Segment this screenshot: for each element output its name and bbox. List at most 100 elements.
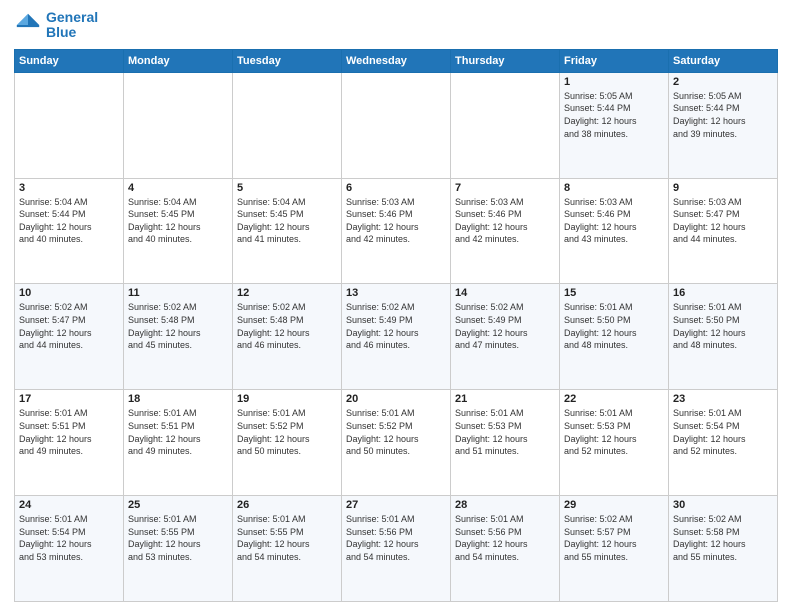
day-info: Sunrise: 5:04 AMSunset: 5:44 PMDaylight:…	[19, 196, 119, 246]
week-row-4: 17 Sunrise: 5:01 AMSunset: 5:51 PMDayligh…	[15, 390, 778, 496]
day-number: 26	[237, 499, 337, 511]
day-number: 15	[564, 287, 664, 299]
day-cell: 11 Sunrise: 5:02 AMSunset: 5:48 PMDayligh…	[124, 284, 233, 390]
day-cell: 28 Sunrise: 5:01 AMSunset: 5:56 PMDayligh…	[451, 496, 560, 602]
col-header-friday: Friday	[560, 49, 669, 72]
day-cell: 14Sunrise: 5:02 AMSunset: 5:49 PMDayligh…	[451, 284, 560, 390]
day-number: 28	[455, 499, 555, 511]
col-header-sunday: Sunday	[15, 49, 124, 72]
col-header-saturday: Saturday	[669, 49, 778, 72]
day-info: Sunrise: 5:05 AMSunset: 5:44 PMDaylight:…	[564, 90, 664, 140]
day-info: Sunrise: 5:01 AMSunset: 5:52 PMDaylight:…	[346, 407, 446, 457]
day-number: 3	[19, 182, 119, 194]
week-row-3: 10 Sunrise: 5:02 AMSunset: 5:47 PMDayligh…	[15, 284, 778, 390]
day-info: Sunrise: 5:01 AMSunset: 5:54 PMDaylight:…	[673, 407, 773, 457]
day-info: Sunrise: 5:02 AMSunset: 5:47 PMDaylight:…	[19, 301, 119, 351]
day-info: Sunrise: 5:01 AMSunset: 5:50 PMDaylight:…	[564, 301, 664, 351]
day-info: Sunrise: 5:01 AMSunset: 5:52 PMDaylight:…	[237, 407, 337, 457]
day-info: Sunrise: 5:01 AMSunset: 5:53 PMDaylight:…	[564, 407, 664, 457]
day-number: 2	[673, 76, 773, 88]
day-number: 16	[673, 287, 773, 299]
day-info: Sunrise: 5:02 AMSunset: 5:48 PMDaylight:…	[128, 301, 228, 351]
day-cell: 19 Sunrise: 5:01 AMSunset: 5:52 PMDayligh…	[233, 390, 342, 496]
day-cell: 18 Sunrise: 5:01 AMSunset: 5:51 PMDayligh…	[124, 390, 233, 496]
day-cell: 23 Sunrise: 5:01 AMSunset: 5:54 PMDayligh…	[669, 390, 778, 496]
day-number: 11	[128, 287, 228, 299]
logo-icon	[14, 11, 42, 39]
day-cell	[451, 72, 560, 178]
day-number: 24	[19, 499, 119, 511]
day-info: Sunrise: 5:03 AMSunset: 5:46 PMDaylight:…	[346, 196, 446, 246]
day-number: 14	[455, 287, 555, 299]
calendar-header-row: SundayMondayTuesdayWednesdayThursdayFrid…	[15, 49, 778, 72]
day-info: Sunrise: 5:04 AMSunset: 5:45 PMDaylight:…	[237, 196, 337, 246]
day-number: 21	[455, 393, 555, 405]
day-number: 5	[237, 182, 337, 194]
day-cell: 6 Sunrise: 5:03 AMSunset: 5:46 PMDaylight…	[342, 178, 451, 284]
day-cell: 3 Sunrise: 5:04 AMSunset: 5:44 PMDaylight…	[15, 178, 124, 284]
day-cell	[342, 72, 451, 178]
day-cell: 27Sunrise: 5:01 AMSunset: 5:56 PMDayligh…	[342, 496, 451, 602]
logo: General Blue	[14, 10, 98, 41]
calendar-table: SundayMondayTuesdayWednesdayThursdayFrid…	[14, 49, 778, 602]
day-info: Sunrise: 5:01 AMSunset: 5:54 PMDaylight:…	[19, 513, 119, 563]
day-number: 29	[564, 499, 664, 511]
week-row-2: 3 Sunrise: 5:04 AMSunset: 5:44 PMDaylight…	[15, 178, 778, 284]
day-info: Sunrise: 5:01 AMSunset: 5:51 PMDaylight:…	[128, 407, 228, 457]
logo-text: General Blue	[46, 10, 98, 41]
logo-blue: Blue	[46, 25, 98, 40]
day-number: 17	[19, 393, 119, 405]
logo-general: General	[46, 9, 98, 25]
day-number: 25	[128, 499, 228, 511]
day-cell: 5 Sunrise: 5:04 AMSunset: 5:45 PMDaylight…	[233, 178, 342, 284]
day-cell: 15 Sunrise: 5:01 AMSunset: 5:50 PMDayligh…	[560, 284, 669, 390]
day-number: 18	[128, 393, 228, 405]
day-info: Sunrise: 5:01 AMSunset: 5:55 PMDaylight:…	[128, 513, 228, 563]
day-cell: 21 Sunrise: 5:01 AMSunset: 5:53 PMDayligh…	[451, 390, 560, 496]
day-cell: 1 Sunrise: 5:05 AMSunset: 5:44 PMDaylight…	[560, 72, 669, 178]
day-info: Sunrise: 5:02 AMSunset: 5:58 PMDaylight:…	[673, 513, 773, 563]
day-number: 19	[237, 393, 337, 405]
day-info: Sunrise: 5:03 AMSunset: 5:46 PMDaylight:…	[455, 196, 555, 246]
day-number: 6	[346, 182, 446, 194]
day-cell: 16 Sunrise: 5:01 AMSunset: 5:50 PMDayligh…	[669, 284, 778, 390]
day-cell: 30 Sunrise: 5:02 AMSunset: 5:58 PMDayligh…	[669, 496, 778, 602]
day-number: 10	[19, 287, 119, 299]
day-number: 4	[128, 182, 228, 194]
day-info: Sunrise: 5:01 AMSunset: 5:53 PMDaylight:…	[455, 407, 555, 457]
day-cell: 29 Sunrise: 5:02 AMSunset: 5:57 PMDayligh…	[560, 496, 669, 602]
day-info: Sunrise: 5:04 AMSunset: 5:45 PMDaylight:…	[128, 196, 228, 246]
day-info: Sunrise: 5:01 AMSunset: 5:51 PMDaylight:…	[19, 407, 119, 457]
day-number: 23	[673, 393, 773, 405]
day-cell: 10 Sunrise: 5:02 AMSunset: 5:47 PMDayligh…	[15, 284, 124, 390]
week-row-1: 1 Sunrise: 5:05 AMSunset: 5:44 PMDaylight…	[15, 72, 778, 178]
day-cell	[124, 72, 233, 178]
day-number: 7	[455, 182, 555, 194]
day-info: Sunrise: 5:03 AMSunset: 5:46 PMDaylight:…	[564, 196, 664, 246]
day-cell: 4 Sunrise: 5:04 AMSunset: 5:45 PMDaylight…	[124, 178, 233, 284]
day-cell: 22 Sunrise: 5:01 AMSunset: 5:53 PMDayligh…	[560, 390, 669, 496]
day-cell: 17 Sunrise: 5:01 AMSunset: 5:51 PMDayligh…	[15, 390, 124, 496]
day-number: 13	[346, 287, 446, 299]
day-cell: 12 Sunrise: 5:02 AMSunset: 5:48 PMDayligh…	[233, 284, 342, 390]
day-info: Sunrise: 5:01 AMSunset: 5:50 PMDaylight:…	[673, 301, 773, 351]
day-info: Sunrise: 5:02 AMSunset: 5:57 PMDaylight:…	[564, 513, 664, 563]
header: General Blue	[14, 10, 778, 41]
col-header-wednesday: Wednesday	[342, 49, 451, 72]
day-info: Sunrise: 5:01 AMSunset: 5:56 PMDaylight:…	[455, 513, 555, 563]
day-number: 1	[564, 76, 664, 88]
day-cell: 25 Sunrise: 5:01 AMSunset: 5:55 PMDayligh…	[124, 496, 233, 602]
day-number: 22	[564, 393, 664, 405]
day-number: 12	[237, 287, 337, 299]
page: General Blue SundayMondayTuesdayWednesda…	[0, 0, 792, 612]
day-info: Sunrise: 5:05 AMSunset: 5:44 PMDaylight:…	[673, 90, 773, 140]
day-cell: 7 Sunrise: 5:03 AMSunset: 5:46 PMDaylight…	[451, 178, 560, 284]
day-cell: 9Sunrise: 5:03 AMSunset: 5:47 PMDaylight…	[669, 178, 778, 284]
day-info: Sunrise: 5:03 AMSunset: 5:47 PMDaylight:…	[673, 196, 773, 246]
day-number: 30	[673, 499, 773, 511]
day-cell	[15, 72, 124, 178]
day-number: 20	[346, 393, 446, 405]
week-row-5: 24 Sunrise: 5:01 AMSunset: 5:54 PMDayligh…	[15, 496, 778, 602]
day-info: Sunrise: 5:02 AMSunset: 5:48 PMDaylight:…	[237, 301, 337, 351]
day-number: 27	[346, 499, 446, 511]
